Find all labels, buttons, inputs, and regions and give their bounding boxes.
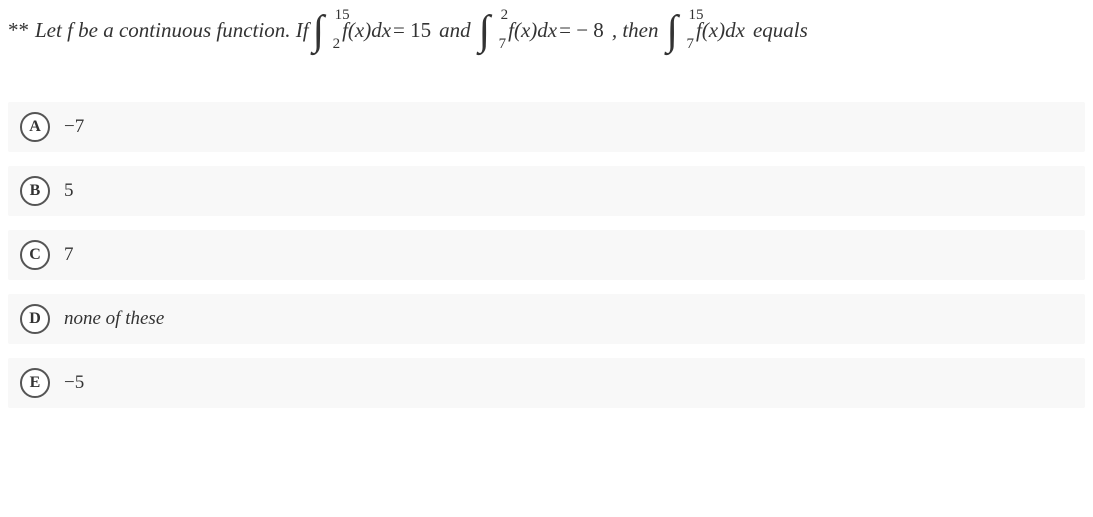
question-prefix: ** (8, 12, 29, 50)
integral-1: ∫ 15 2 f(x)dx = 15 (313, 10, 432, 52)
option-c-letter: C (20, 240, 50, 270)
integral-1-equals: = 15 (393, 12, 431, 50)
option-d[interactable]: D none of these (8, 294, 1085, 344)
question-text: ** Let f be a continuous function. If ∫ … (8, 10, 1085, 52)
integral-1-lower: 2 (333, 31, 341, 58)
option-c-text: 7 (64, 244, 74, 266)
question-part-2: and (439, 12, 471, 50)
option-b-letter: B (20, 176, 50, 206)
option-e-letter: E (20, 368, 50, 398)
integral-symbol: ∫ (313, 10, 325, 52)
option-c[interactable]: C 7 (8, 230, 1085, 280)
integral-2-body: f(x)dx (508, 12, 557, 50)
integral-2: ∫ 2 7 f(x)dx = − 8 (479, 10, 604, 52)
option-e[interactable]: E −5 (8, 358, 1085, 408)
question-part-3: , then (612, 12, 659, 50)
option-d-text: none of these (64, 308, 164, 330)
question-part-4: equals (753, 12, 808, 50)
integral-3-lower: 7 (686, 31, 694, 58)
integral-symbol: ∫ (479, 10, 491, 52)
option-b[interactable]: B 5 (8, 166, 1085, 216)
option-a[interactable]: A −7 (8, 102, 1085, 152)
integral-2-equals: = − 8 (559, 12, 604, 50)
integral-3: ∫ 15 7 f(x)dx (666, 10, 744, 52)
integral-3-upper: 15 (688, 2, 703, 29)
question-part-1: Let f be a continuous function. If (35, 12, 309, 50)
option-a-text: −7 (64, 116, 84, 138)
integral-symbol: ∫ (666, 10, 678, 52)
option-a-letter: A (20, 112, 50, 142)
option-b-text: 5 (64, 180, 74, 202)
option-e-text: −5 (64, 372, 84, 394)
option-d-letter: D (20, 304, 50, 334)
integral-2-lower: 7 (499, 31, 507, 58)
options-list: A −7 B 5 C 7 D none of these E −5 (8, 102, 1085, 408)
integral-2-upper: 2 (501, 2, 509, 29)
integral-1-upper: 15 (335, 2, 350, 29)
